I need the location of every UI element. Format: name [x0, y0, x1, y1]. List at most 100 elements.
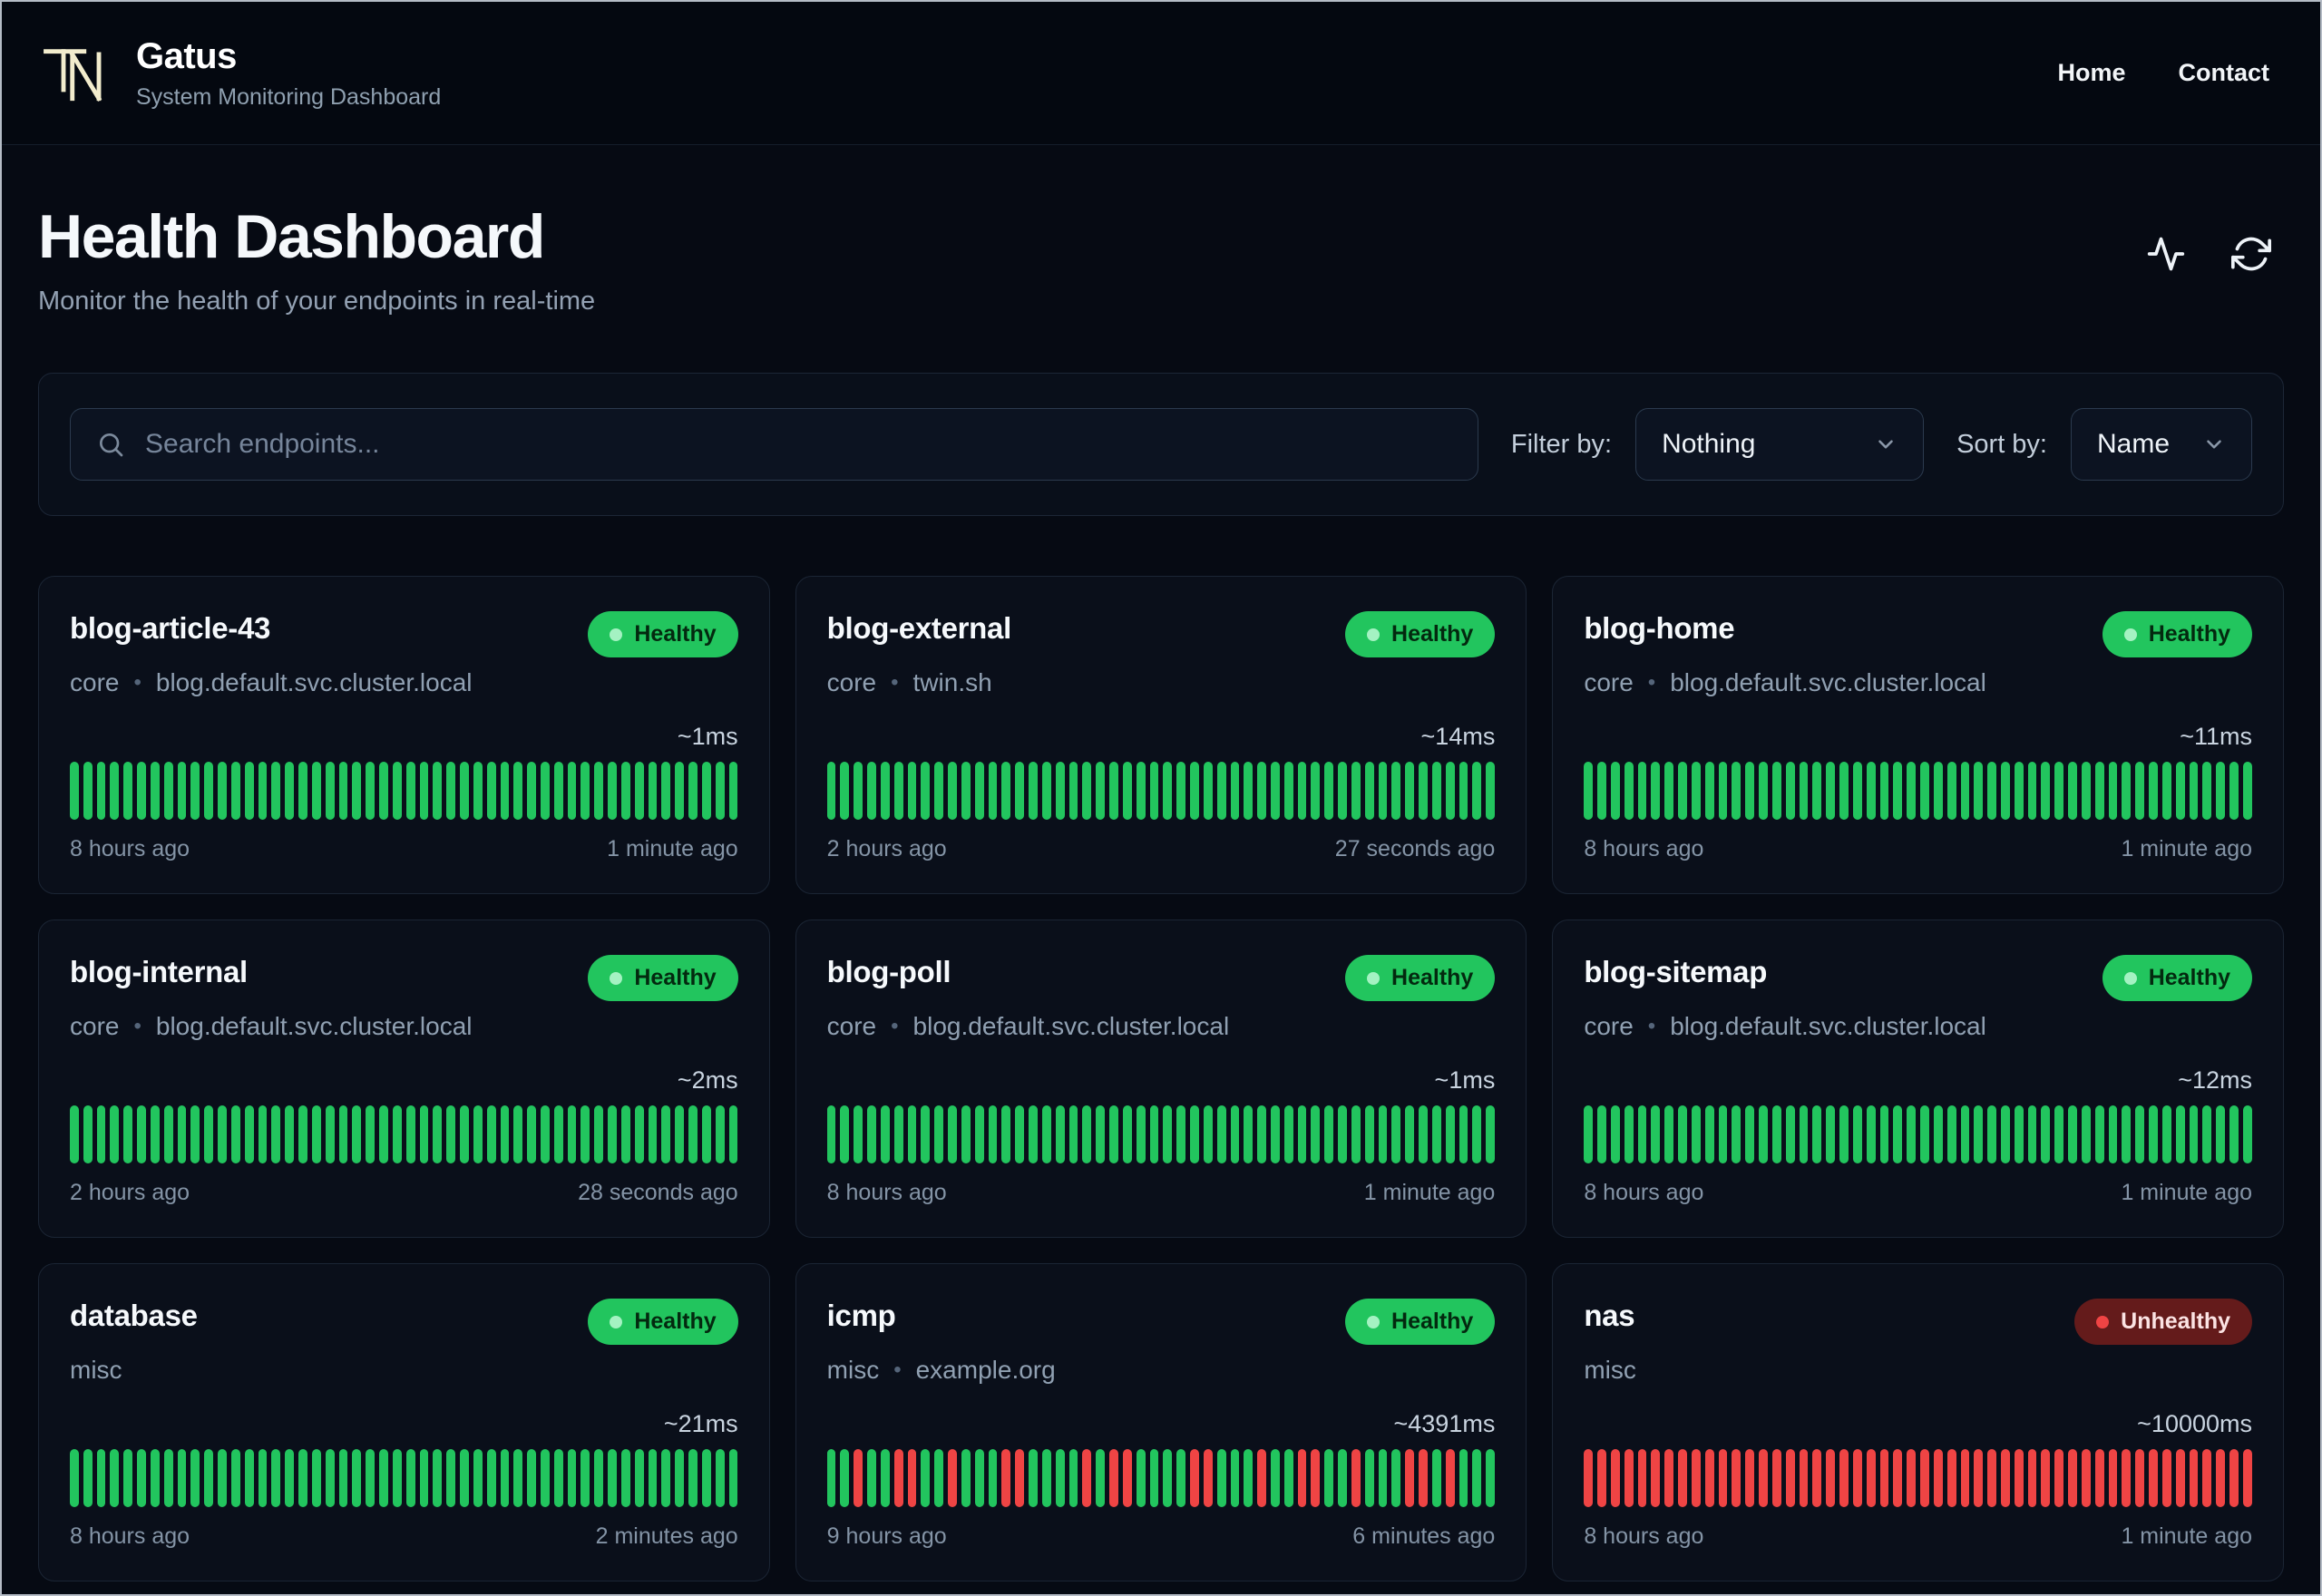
status-bar[interactable] [1907, 1449, 1917, 1507]
status-bar[interactable] [1445, 1105, 1455, 1163]
status-bar[interactable] [1691, 1449, 1701, 1507]
status-bar[interactable] [934, 762, 944, 820]
status-bar[interactable] [1879, 762, 1889, 820]
status-bar[interactable] [1839, 1105, 1849, 1163]
status-bar[interactable] [1933, 762, 1943, 820]
status-bar[interactable] [1907, 1105, 1917, 1163]
status-bar[interactable] [1664, 1449, 1674, 1507]
status-bar[interactable] [1732, 762, 1742, 820]
status-bar[interactable] [1486, 762, 1496, 820]
status-bar[interactable] [1230, 1105, 1240, 1163]
status-bar[interactable] [1745, 762, 1755, 820]
status-bar[interactable] [1378, 762, 1388, 820]
status-bar[interactable] [715, 1105, 725, 1163]
status-bar[interactable] [230, 1105, 240, 1163]
status-bar[interactable] [1920, 1105, 1929, 1163]
status-bar[interactable] [553, 1449, 563, 1507]
endpoint-card[interactable]: blog-poll Healthy core • blog.default.sv… [795, 920, 1527, 1238]
status-bar[interactable] [2094, 1105, 2104, 1163]
status-bar[interactable] [352, 1105, 362, 1163]
status-bar[interactable] [258, 1105, 268, 1163]
status-bar[interactable] [1812, 762, 1822, 820]
status-bar[interactable] [634, 762, 644, 820]
status-bar[interactable] [594, 762, 604, 820]
status-bar[interactable] [1109, 762, 1118, 820]
status-bar[interactable] [204, 1449, 214, 1507]
status-bar[interactable] [1664, 762, 1674, 820]
status-bar[interactable] [311, 762, 321, 820]
status-bar[interactable] [2175, 1105, 2185, 1163]
status-bar[interactable] [1960, 1105, 1970, 1163]
status-bar[interactable] [1283, 1105, 1293, 1163]
status-bar[interactable] [948, 1449, 957, 1507]
status-bar[interactable] [701, 1105, 711, 1163]
status-bar[interactable] [2202, 1105, 2212, 1163]
status-bar[interactable] [1826, 1449, 1836, 1507]
status-bar[interactable] [460, 762, 469, 820]
status-bar[interactable] [1987, 762, 1996, 820]
status-bar[interactable] [230, 1449, 240, 1507]
status-bar[interactable] [150, 1105, 160, 1163]
status-bar[interactable] [608, 762, 617, 820]
status-bar[interactable] [285, 1449, 295, 1507]
status-bar[interactable] [190, 1449, 200, 1507]
status-bar[interactable] [540, 762, 550, 820]
status-bar[interactable] [880, 1105, 890, 1163]
status-bar[interactable] [1974, 1105, 1984, 1163]
status-bar[interactable] [1584, 1449, 1594, 1507]
status-bar[interactable] [177, 762, 187, 820]
status-bar[interactable] [880, 1449, 890, 1507]
status-bar[interactable] [1055, 1105, 1065, 1163]
status-bar[interactable] [1839, 762, 1849, 820]
status-bar[interactable] [1163, 1449, 1173, 1507]
status-bar[interactable] [1459, 762, 1468, 820]
status-bar[interactable] [688, 1449, 698, 1507]
status-bar[interactable] [854, 1449, 863, 1507]
status-bar[interactable] [352, 1449, 362, 1507]
status-bar[interactable] [880, 762, 890, 820]
status-bar[interactable] [1960, 762, 1970, 820]
status-bar[interactable] [150, 762, 160, 820]
status-bar[interactable] [2027, 1105, 2037, 1163]
status-bar[interactable] [1597, 1449, 1606, 1507]
status-bar[interactable] [137, 762, 146, 820]
status-bar[interactable] [1015, 762, 1025, 820]
status-bar[interactable] [1431, 1449, 1441, 1507]
status-bar[interactable] [1029, 1449, 1038, 1507]
status-bar[interactable] [2122, 762, 2132, 820]
status-bar[interactable] [1216, 762, 1226, 820]
status-bar[interactable] [2108, 762, 2118, 820]
status-bar[interactable] [2001, 1105, 2010, 1163]
status-bar[interactable] [921, 1105, 931, 1163]
status-bar[interactable] [2041, 1449, 2051, 1507]
status-bar[interactable] [948, 1105, 957, 1163]
status-bar[interactable] [110, 1449, 120, 1507]
status-bar[interactable] [163, 762, 173, 820]
status-bar[interactable] [2041, 762, 2051, 820]
status-bar[interactable] [1419, 762, 1428, 820]
nav-link-home[interactable]: Home [2057, 59, 2125, 87]
status-bar[interactable] [2216, 1105, 2226, 1163]
status-bar[interactable] [567, 762, 577, 820]
status-bar[interactable] [366, 1449, 376, 1507]
status-bar[interactable] [948, 762, 957, 820]
status-bar[interactable] [473, 1449, 483, 1507]
status-bar[interactable] [1244, 1105, 1254, 1163]
status-bar[interactable] [325, 762, 335, 820]
status-bar[interactable] [893, 1105, 903, 1163]
status-bar[interactable] [580, 762, 590, 820]
status-bar[interactable] [1055, 1449, 1065, 1507]
status-bar[interactable] [1122, 762, 1132, 820]
status-bar[interactable] [961, 1449, 971, 1507]
status-bar[interactable] [661, 1105, 671, 1163]
status-bar[interactable] [244, 1449, 254, 1507]
status-bar[interactable] [1068, 762, 1078, 820]
status-bar[interactable] [921, 1449, 931, 1507]
status-bar[interactable] [934, 1105, 944, 1163]
status-bar[interactable] [1933, 1105, 1943, 1163]
status-bar[interactable] [1459, 1105, 1468, 1163]
status-bar[interactable] [433, 1449, 443, 1507]
status-bar[interactable] [1378, 1449, 1388, 1507]
status-bar[interactable] [1351, 1105, 1361, 1163]
status-bar[interactable] [419, 1105, 429, 1163]
